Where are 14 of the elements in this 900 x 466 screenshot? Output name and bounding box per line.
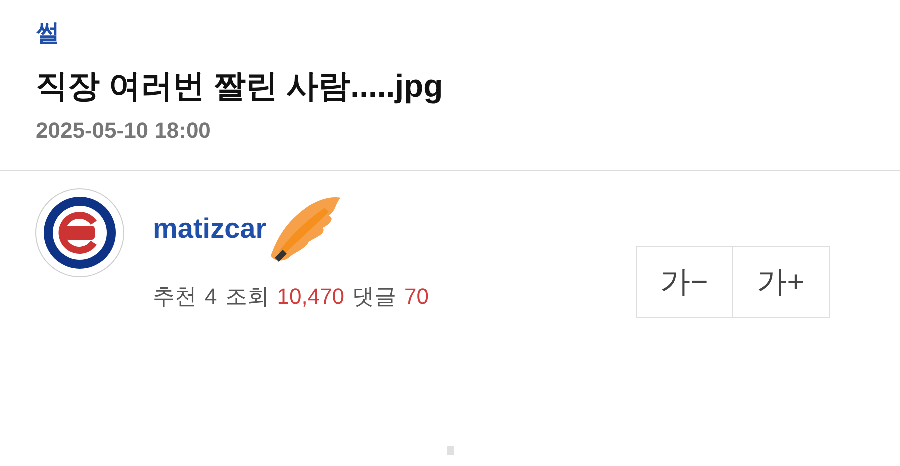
category-label[interactable]: 썰 bbox=[36, 16, 60, 52]
stat-label: 추천 bbox=[153, 283, 197, 311]
post-date: 2025-05-10 18:00 bbox=[36, 117, 211, 145]
font-decrease-button[interactable]: 가− bbox=[636, 246, 733, 318]
avatar-icon bbox=[35, 188, 125, 278]
author-name[interactable]: matizcar bbox=[153, 209, 267, 249]
stat-label: 조회 bbox=[225, 283, 270, 311]
stat-label: 댓글 bbox=[352, 283, 397, 311]
stat-value: 70 bbox=[404, 283, 430, 311]
post-title: 직장 여러번 짤린 사람.....jpg bbox=[36, 67, 444, 106]
stat-value: 10,470 bbox=[277, 283, 345, 311]
font-increase-button[interactable]: 가+ bbox=[733, 246, 830, 318]
page-indicator bbox=[447, 446, 454, 455]
stat-value: 4 bbox=[205, 283, 218, 311]
